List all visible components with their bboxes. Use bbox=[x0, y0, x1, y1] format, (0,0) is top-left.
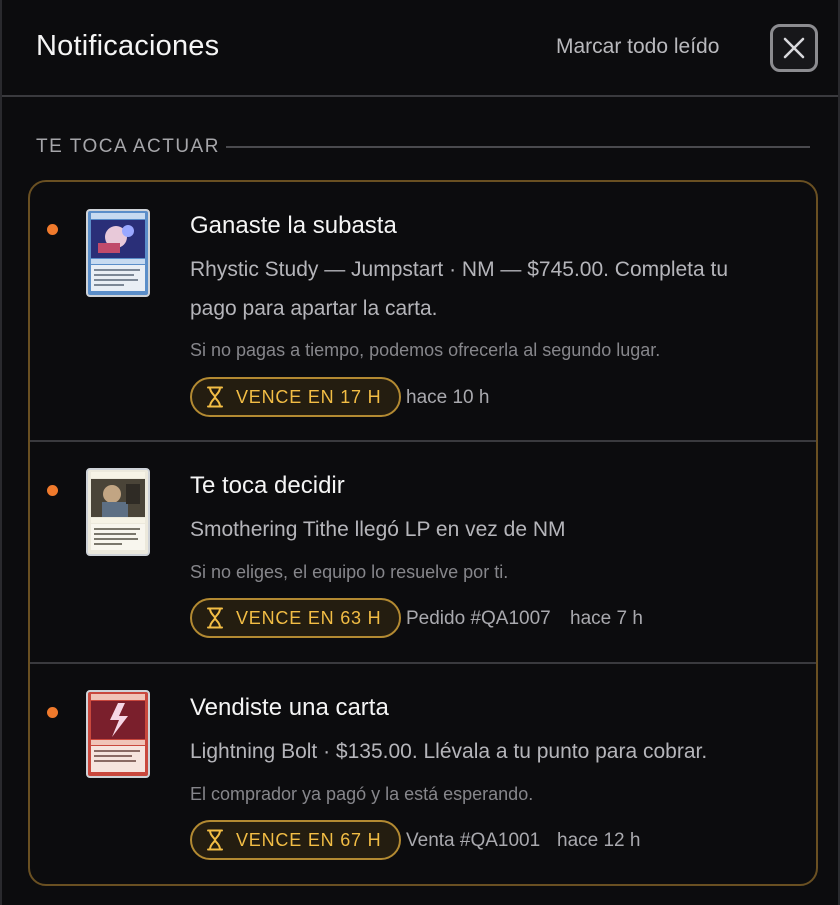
mark-all-read-button[interactable]: Marcar todo leído bbox=[556, 35, 719, 59]
notification-body: Lightning Bolt · $135.00. Llévala a tu p… bbox=[190, 740, 708, 763]
card-image bbox=[88, 470, 148, 554]
time-ago: hace 7 h bbox=[570, 608, 643, 629]
notification-body: Rhystic Study — Jumpstart · NM — $745.00… bbox=[190, 258, 729, 320]
hourglass-icon bbox=[207, 386, 223, 408]
notification-title: Vendiste una carta bbox=[190, 694, 389, 721]
order-reference: Pedido #QA1007 bbox=[406, 608, 551, 629]
notification-title: Ganaste la subasta bbox=[190, 212, 397, 239]
deadline-text: VENCE EN 67 H bbox=[236, 829, 382, 850]
deadline-badge: VENCE EN 63 H bbox=[190, 598, 402, 638]
time-ago: hace 12 h bbox=[557, 830, 641, 851]
hourglass-icon bbox=[207, 829, 223, 851]
card-image bbox=[88, 211, 148, 295]
card-thumbnail-rhystic-study bbox=[86, 209, 150, 297]
close-button[interactable] bbox=[770, 24, 818, 72]
close-icon bbox=[783, 37, 805, 59]
time-ago: hace 10 h bbox=[406, 387, 490, 408]
unread-dot bbox=[47, 707, 58, 718]
notification-item[interactable]: Vendiste una carta Lightning Bolt · $135… bbox=[30, 664, 816, 884]
section-label: TE TOCA ACTUAR bbox=[36, 136, 220, 157]
unread-dot bbox=[47, 485, 58, 496]
notification-item[interactable]: Ganaste la subasta Rhystic Study — Jumps… bbox=[30, 182, 816, 442]
deadline-text: VENCE EN 63 H bbox=[236, 607, 382, 628]
deadline-badge: VENCE EN 17 H bbox=[190, 377, 402, 417]
notification-body: Smothering Tithe llegó LP en vez de NM bbox=[190, 518, 566, 541]
deadline-text: VENCE EN 17 H bbox=[236, 386, 382, 407]
notification-hint: El comprador ya pagó y la está esperando… bbox=[190, 784, 534, 804]
action-notifications-card: Ganaste la subasta Rhystic Study — Jumps… bbox=[28, 180, 818, 886]
notifications-panel: Notificaciones Marcar todo leído TE TOCA… bbox=[0, 0, 840, 905]
notification-hint: Si no pagas a tiempo, podemos ofrecerla … bbox=[190, 340, 661, 360]
unread-dot bbox=[47, 224, 58, 235]
hourglass-icon bbox=[207, 607, 223, 629]
card-image bbox=[88, 692, 148, 776]
deadline-badge: VENCE EN 67 H bbox=[190, 820, 402, 860]
sale-reference: Venta #QA1001 bbox=[406, 830, 541, 851]
card-thumbnail-lightning-bolt bbox=[86, 690, 150, 778]
card-thumbnail-smothering-tithe bbox=[86, 468, 150, 556]
notification-item[interactable]: Te toca decidir Smothering Tithe llegó L… bbox=[30, 442, 816, 664]
notification-title: Te toca decidir bbox=[190, 472, 345, 499]
section-divider bbox=[226, 146, 810, 148]
panel-header: Notificaciones Marcar todo leído bbox=[2, 0, 838, 97]
notification-hint: Si no eliges, el equipo lo resuelve por … bbox=[190, 562, 509, 582]
panel-title: Notificaciones bbox=[36, 30, 220, 62]
